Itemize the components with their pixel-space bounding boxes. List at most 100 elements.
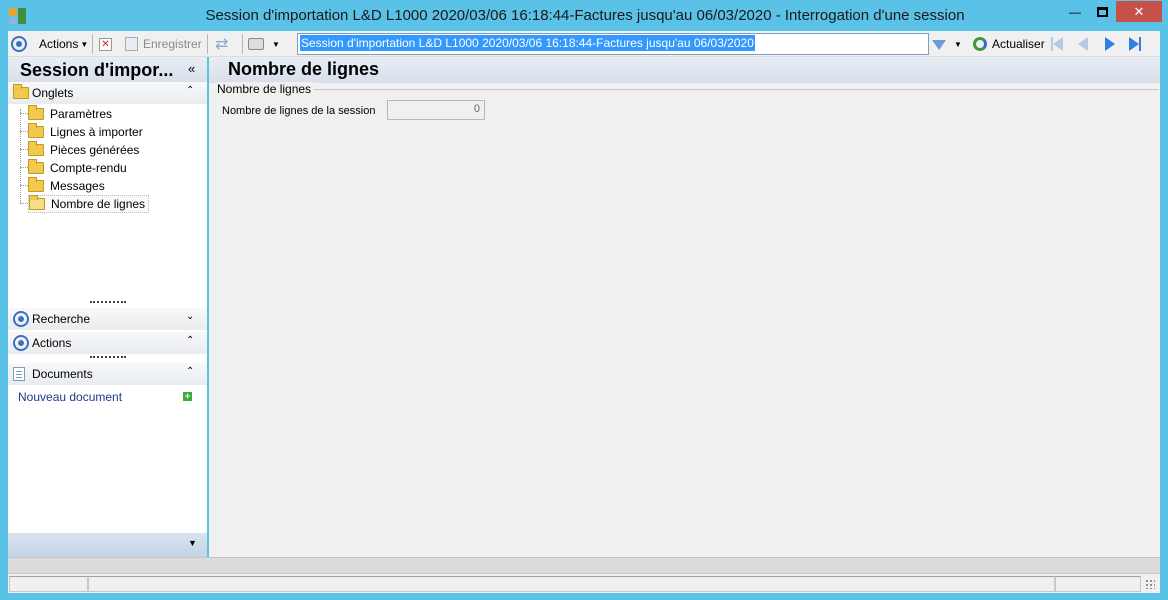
tab-lignes-a-importer[interactable]: Lignes à importer xyxy=(28,123,143,141)
group-divider xyxy=(313,89,1159,90)
minimize-button[interactable]: — xyxy=(1062,1,1088,22)
section-resize-grip[interactable] xyxy=(90,301,126,303)
next-icon xyxy=(1105,37,1115,51)
add-document-icon[interactable]: + xyxy=(183,392,192,401)
chevron-down-icon: ▼ xyxy=(272,39,280,49)
horizontal-scrollbar[interactable] xyxy=(8,557,1160,573)
tree-connector xyxy=(20,167,28,168)
last-record-button[interactable] xyxy=(1129,31,1141,57)
app-logo-icon xyxy=(9,8,26,24)
section-expand-icon[interactable]: ⌄ xyxy=(186,311,194,322)
tree-connector xyxy=(20,131,28,132)
line-count-label: Nombre de lignes de la session xyxy=(222,105,376,117)
save-icon xyxy=(125,37,138,51)
collapse-panel-icon[interactable]: « xyxy=(188,61,195,76)
tab-messages[interactable]: Messages xyxy=(28,177,105,195)
tab-compte-rendu[interactable]: Compte-rendu xyxy=(28,159,127,177)
tab-label: Compte-rendu xyxy=(50,161,127,175)
status-cell xyxy=(88,576,1055,592)
first-record-button[interactable] xyxy=(1051,31,1063,57)
folder-icon xyxy=(28,159,44,174)
filter-button[interactable]: ▼ xyxy=(932,31,962,57)
toolbar: Actions ▼ ✕ Enregistrer ⇄ ▼ Session d'im… xyxy=(8,31,1160,57)
resize-grip-icon[interactable] xyxy=(1145,579,1155,589)
previous-icon xyxy=(1078,37,1088,51)
tab-label: Pièces générées xyxy=(50,143,140,157)
previous-record-button[interactable] xyxy=(1078,31,1088,57)
status-cell xyxy=(9,576,88,592)
printer-icon xyxy=(248,38,264,50)
section-header-actions[interactable]: Actions ⌃ xyxy=(8,332,207,354)
chevron-down-icon[interactable]: ▼ xyxy=(188,538,197,548)
folder-icon xyxy=(28,141,44,156)
page-title: Nombre de lignes xyxy=(228,59,380,79)
navigation-panel: Session d'impor... « Onglets ⌃ Paramètre… xyxy=(8,57,207,557)
section-collapse-icon[interactable]: ⌃ xyxy=(186,366,194,377)
tree-connector xyxy=(20,203,28,204)
tab-label: Paramètres xyxy=(50,107,113,121)
tab-label: Nombre de lignes xyxy=(51,197,146,211)
section-label-recherche: Recherche xyxy=(32,312,91,326)
section-label-documents: Documents xyxy=(32,367,93,381)
filter-icon xyxy=(932,40,946,50)
actions-menu-button[interactable]: Actions ▼ xyxy=(39,31,88,57)
section-label-onglets: Onglets xyxy=(32,86,74,100)
tab-label: Lignes à importer xyxy=(50,125,143,139)
tab-parametres[interactable]: Paramètres xyxy=(28,105,112,123)
session-search-input[interactable]: Session d'importation L&D L1000 2020/03/… xyxy=(297,33,929,55)
search-input-value: Session d'importation L&D L1000 2020/03/… xyxy=(300,35,755,51)
close-button[interactable]: ✕ xyxy=(1116,1,1162,22)
toolbar-divider xyxy=(207,34,208,54)
first-record-icon xyxy=(1051,37,1063,51)
status-cell xyxy=(1055,576,1141,592)
section-header-recherche[interactable]: Recherche ⌄ xyxy=(8,308,207,330)
section-header-documents[interactable]: Documents ⌃ xyxy=(8,363,207,385)
line-count-field[interactable]: 0 xyxy=(387,100,485,120)
new-document-link[interactable]: Nouveau document xyxy=(18,390,122,404)
target-icon xyxy=(13,335,29,351)
section-collapse-icon[interactable]: ⌃ xyxy=(186,85,194,96)
last-record-icon xyxy=(1129,37,1141,51)
folder-icon xyxy=(28,123,44,138)
tree-connector xyxy=(20,113,28,114)
delete-icon: ✕ xyxy=(99,37,112,51)
chevron-down-icon: ▼ xyxy=(80,39,89,49)
open-folder-icon xyxy=(29,195,45,210)
section-header-onglets[interactable]: Onglets ⌃ xyxy=(8,82,207,104)
refresh-label: Actualiser xyxy=(992,37,1045,51)
refresh-button[interactable]: Actualiser xyxy=(973,31,1045,57)
folder-icon xyxy=(28,105,44,120)
next-record-button[interactable] xyxy=(1105,31,1115,57)
section-collapse-icon[interactable]: ⌃ xyxy=(186,335,194,346)
application-window: Session d'importation L&D L1000 2020/03/… xyxy=(0,0,1168,600)
sync-icon: ⇄ xyxy=(215,36,229,53)
group-title: Nombre de lignes xyxy=(217,82,315,96)
folder-icon xyxy=(28,177,44,192)
toolbar-divider xyxy=(92,34,93,54)
tree-connector xyxy=(20,109,21,203)
print-button[interactable]: ▼ xyxy=(248,31,280,57)
save-button[interactable]: Enregistrer xyxy=(125,31,202,57)
home-button[interactable] xyxy=(11,31,27,57)
document-icon xyxy=(13,367,25,381)
page-header: Nombre de lignes xyxy=(209,57,1160,83)
refresh-icon xyxy=(973,37,987,51)
chevron-down-icon: ▼ xyxy=(954,39,962,49)
save-label: Enregistrer xyxy=(143,37,202,51)
target-icon xyxy=(11,36,27,52)
section-label-actions: Actions xyxy=(32,336,72,350)
tab-nombre-de-lignes[interactable]: Nombre de lignes xyxy=(28,195,150,213)
status-bar xyxy=(8,573,1160,593)
folder-icon xyxy=(13,84,29,99)
navigation-panel-footer: ▼ xyxy=(8,533,207,557)
delete-button[interactable]: ✕ xyxy=(99,31,112,57)
section-resize-grip[interactable] xyxy=(90,356,126,358)
sync-button[interactable]: ⇄ xyxy=(215,31,228,57)
tree-connector xyxy=(20,185,28,186)
minimize-icon: — xyxy=(1069,4,1081,19)
maximize-button[interactable] xyxy=(1088,1,1116,22)
title-bar[interactable]: Session d'importation L&D L1000 2020/03/… xyxy=(0,0,1168,31)
navigation-panel-title: Session d'impor... xyxy=(20,60,174,80)
tab-pieces-generees[interactable]: Pièces générées xyxy=(28,141,139,159)
maximize-icon xyxy=(1096,6,1108,17)
